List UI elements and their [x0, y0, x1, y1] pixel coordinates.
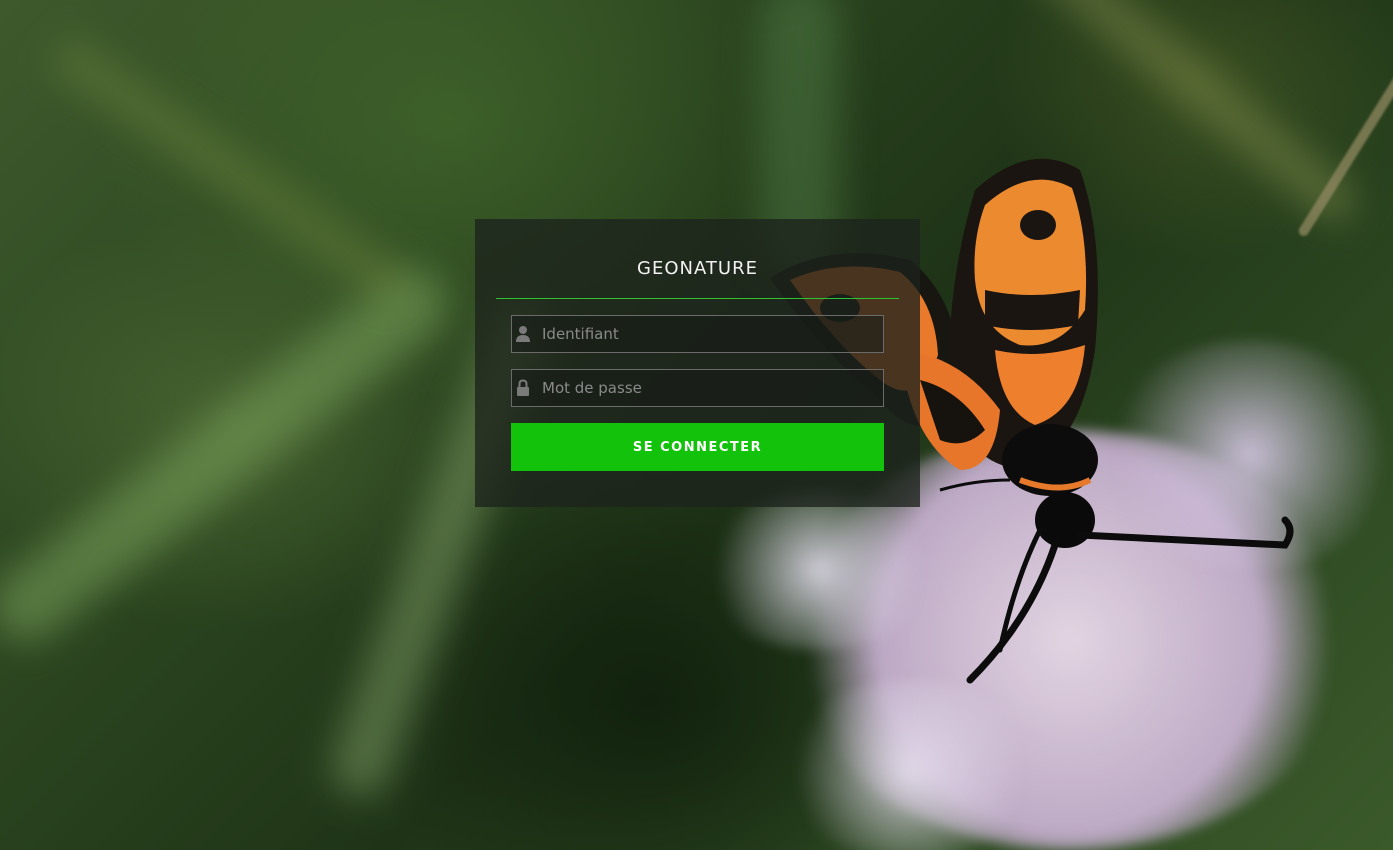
login-panel: GEONATURE SE CONNECTER: [475, 219, 920, 507]
lock-icon: [517, 379, 529, 396]
password-field[interactable]: [511, 369, 884, 407]
app-title: GEONATURE: [637, 258, 758, 279]
title-divider: [496, 298, 899, 299]
password-input[interactable]: [542, 370, 880, 406]
username-field[interactable]: [511, 315, 884, 353]
username-input[interactable]: [542, 316, 880, 352]
grass-blade: [46, 33, 414, 307]
user-icon: [516, 326, 530, 342]
login-button[interactable]: SE CONNECTER: [511, 423, 884, 471]
